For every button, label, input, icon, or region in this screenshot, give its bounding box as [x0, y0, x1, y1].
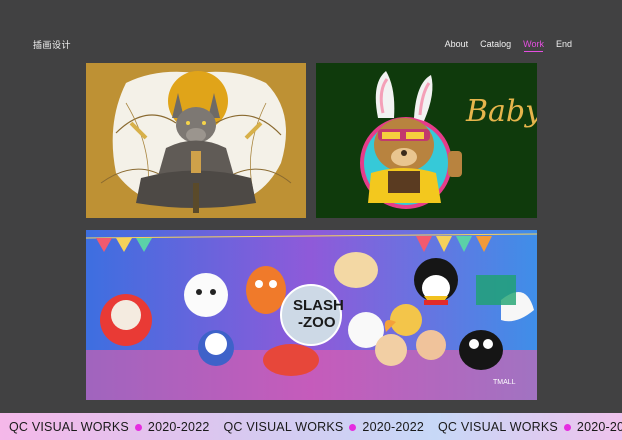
cartoon-characters-banner: SLASH -ZOO TMALL: [86, 230, 537, 400]
ticker-unit: QC VISUAL WORKS 2020-2022: [9, 420, 210, 434]
artwork-slash-zoo-banner[interactable]: SLASH -ZOO TMALL: [86, 230, 537, 400]
ticker-years: 2020-2022: [362, 420, 424, 434]
artwork-rabbit-bear[interactable]: Baby: [316, 63, 537, 218]
ticker-banner: QC VISUAL WORKS 2020-2022 QC VISUAL WORK…: [0, 413, 622, 440]
dot-icon: [134, 423, 142, 431]
nav-catalog[interactable]: Catalog: [480, 39, 511, 49]
nav-end[interactable]: End: [556, 39, 572, 49]
ticker-unit: QC VISUAL WORKS 2020-2022: [438, 420, 622, 434]
ticker-years: 2020-2022: [576, 420, 622, 434]
ticker-unit: QC VISUAL WORKS 2020-2022: [224, 420, 425, 434]
ticker-title: QC VISUAL WORKS: [438, 420, 558, 434]
zoo-lettering: -ZOO: [298, 314, 336, 331]
ticker-years: 2020-2022: [147, 420, 210, 434]
artwork-warrior-cat[interactable]: [86, 63, 306, 218]
rabbit-bear-illustration: Baby: [316, 63, 537, 218]
nav-work[interactable]: Work: [523, 39, 544, 52]
main-nav: About Catalog Work End: [445, 39, 572, 52]
ticker-title: QC VISUAL WORKS: [9, 420, 129, 434]
warrior-cat-illustration: [86, 63, 306, 218]
dot-icon: [563, 423, 571, 431]
baby-lettering: Baby: [465, 94, 537, 129]
dot-icon: [349, 423, 357, 431]
nav-about[interactable]: About: [445, 39, 469, 49]
slash-lettering: SLASH: [293, 297, 344, 314]
tmall-label: TMALL: [493, 379, 516, 386]
brand-title: 插画设计: [33, 40, 72, 50]
ticker-title: QC VISUAL WORKS: [223, 420, 344, 434]
